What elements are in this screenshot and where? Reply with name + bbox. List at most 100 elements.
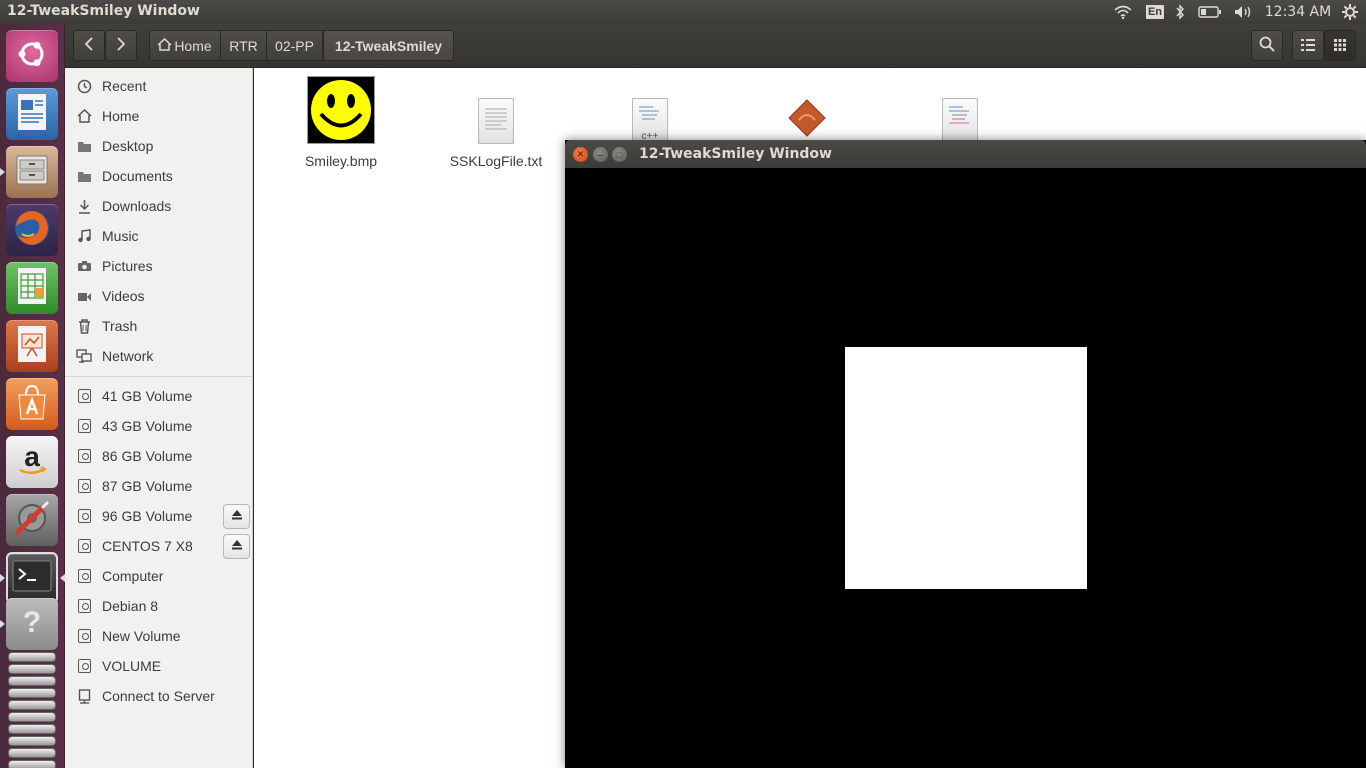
- terminal-launcher[interactable]: [6, 552, 58, 604]
- drive-icon: [76, 628, 92, 644]
- volume-icon[interactable]: [1232, 0, 1256, 24]
- wifi-icon[interactable]: [1112, 0, 1134, 24]
- sidebar-item-label: 43 GB Volume: [102, 418, 193, 434]
- file-item[interactable]: [924, 74, 996, 144]
- amazon-launcher[interactable]: a: [6, 436, 58, 488]
- sidebar-item-computer[interactable]: Computer: [65, 561, 252, 591]
- sidebar-item-86gb-volume[interactable]: 86 GB Volume: [65, 441, 252, 471]
- minimize-button[interactable]: –: [593, 147, 608, 162]
- minimize-icon: –: [597, 149, 603, 160]
- trash-icon: [76, 318, 92, 334]
- files-launcher[interactable]: [6, 146, 58, 198]
- folded-drive-icon[interactable]: [8, 724, 56, 734]
- running-indicator: [0, 620, 5, 628]
- drive-icon: [76, 448, 92, 464]
- maximize-icon: □: [616, 149, 623, 160]
- software-center-launcher[interactable]: [6, 378, 58, 430]
- file-item[interactable]: [769, 74, 841, 144]
- battery-icon[interactable]: [1196, 0, 1224, 24]
- sidebar-separator: [65, 376, 252, 377]
- svg-text:?: ?: [23, 606, 41, 639]
- settings-gear-icon[interactable]: [1339, 0, 1361, 24]
- active-window-title: 12-TweakSmiley Window: [7, 3, 200, 19]
- writer-icon: [15, 92, 49, 137]
- file-item[interactable]: c++: [614, 74, 686, 144]
- text-file-icon: [478, 98, 514, 144]
- libreoffice-calc-launcher[interactable]: [6, 262, 58, 314]
- sidebar-item-network[interactable]: Network: [65, 341, 252, 371]
- folder-icon: [76, 138, 92, 154]
- sidebar-item-recent[interactable]: Recent: [65, 71, 252, 101]
- folded-drive-icon[interactable]: [8, 664, 56, 674]
- keyboard-layout-indicator[interactable]: En: [1145, 0, 1165, 24]
- help-launcher[interactable]: ?: [6, 598, 58, 650]
- sidebar-item-96gb-volume[interactable]: 96 GB Volume: [65, 501, 252, 531]
- list-view-icon: [1301, 38, 1315, 54]
- eject-button[interactable]: [223, 503, 250, 529]
- sidebar-item-debian[interactable]: Debian 8: [65, 591, 252, 621]
- forward-button[interactable]: [105, 30, 137, 61]
- eject-button[interactable]: [223, 533, 250, 559]
- list-view-button[interactable]: [1292, 30, 1324, 61]
- executable-icon: [787, 98, 827, 138]
- opengl-canvas[interactable]: [565, 168, 1366, 768]
- breadcrumb-02-pp[interactable]: 02-PP: [267, 30, 323, 61]
- libreoffice-writer-launcher[interactable]: [6, 88, 58, 140]
- running-indicator: [0, 574, 5, 582]
- sidebar-item-trash[interactable]: Trash: [65, 311, 252, 341]
- grid-view-button[interactable]: [1324, 30, 1356, 61]
- close-icon: ✕: [576, 149, 585, 159]
- breadcrumb-rtr[interactable]: RTR: [221, 30, 267, 61]
- breadcrumb-12-tweaksmiley[interactable]: 12-TweakSmiley: [323, 30, 454, 61]
- clock[interactable]: 12:34 AM: [1262, 0, 1334, 24]
- tweak-smiley-window: ✕ – □ 12-TweakSmiley Window: [565, 140, 1366, 768]
- system-settings-launcher[interactable]: [6, 494, 58, 546]
- folded-drive-icon[interactable]: [8, 652, 56, 662]
- folded-drive-icon[interactable]: [8, 748, 56, 758]
- file-item[interactable]: SSKLogFile.txt: [444, 74, 548, 170]
- window-titlebar[interactable]: ✕ – □ 12-TweakSmiley Window: [565, 140, 1366, 168]
- folded-drive-icon[interactable]: [8, 700, 56, 710]
- server-icon: [76, 688, 92, 704]
- sidebar-item-documents[interactable]: Documents: [65, 161, 252, 191]
- search-button[interactable]: [1251, 30, 1283, 61]
- question-icon: ?: [14, 604, 50, 645]
- sidebar-item-volume[interactable]: VOLUME: [65, 651, 252, 681]
- sidebar-item-label: CENTOS 7 X8: [102, 538, 193, 554]
- maximize-button[interactable]: □: [612, 147, 627, 162]
- back-button[interactable]: [73, 30, 105, 61]
- folded-drive-icon[interactable]: [8, 712, 56, 722]
- sidebar-item-centos[interactable]: CENTOS 7 X8: [65, 531, 252, 561]
- folded-drive-icon[interactable]: [8, 760, 56, 768]
- sidebar-item-videos[interactable]: Videos: [65, 281, 252, 311]
- sidebar-item-downloads[interactable]: Downloads: [65, 191, 252, 221]
- sidebar-item-connect-to-server[interactable]: Connect to Server: [65, 681, 252, 711]
- sidebar-item-new-volume[interactable]: New Volume: [65, 621, 252, 651]
- file-cabinet-icon: [14, 152, 50, 193]
- sidebar-item-desktop[interactable]: Desktop: [65, 131, 252, 161]
- file-item[interactable]: Smiley.bmp: [294, 74, 388, 170]
- sidebar-item-label: Music: [102, 228, 139, 244]
- ubuntu-dash-button[interactable]: [6, 30, 58, 82]
- cpp-file-icon: c++: [632, 98, 668, 144]
- sidebar-item-home[interactable]: Home: [65, 101, 252, 131]
- file-label: SSKLogFile.txt: [449, 153, 543, 169]
- sidebar-item-music[interactable]: Music: [65, 221, 252, 251]
- folded-drive-icon[interactable]: [8, 688, 56, 698]
- breadcrumb-label: RTR: [229, 37, 258, 54]
- sidebar-item-pictures[interactable]: Pictures: [65, 251, 252, 281]
- sidebar-item-label: 87 GB Volume: [102, 478, 193, 494]
- bluetooth-icon[interactable]: [1172, 0, 1188, 24]
- sidebar-item-87gb-volume[interactable]: 87 GB Volume: [65, 471, 252, 501]
- folded-drive-icon[interactable]: [8, 676, 56, 686]
- svg-text:a: a: [24, 442, 40, 472]
- home-icon: [157, 37, 172, 54]
- firefox-launcher[interactable]: [6, 204, 58, 256]
- sidebar-item-41gb-volume[interactable]: 41 GB Volume: [65, 381, 252, 411]
- folded-drive-icon[interactable]: [8, 736, 56, 746]
- sidebar-item-43gb-volume[interactable]: 43 GB Volume: [65, 411, 252, 441]
- close-button[interactable]: ✕: [573, 147, 588, 162]
- libreoffice-impress-launcher[interactable]: [6, 320, 58, 372]
- breadcrumb-home[interactable]: Home: [149, 30, 221, 61]
- keyboard-lang-label: En: [1145, 5, 1165, 19]
